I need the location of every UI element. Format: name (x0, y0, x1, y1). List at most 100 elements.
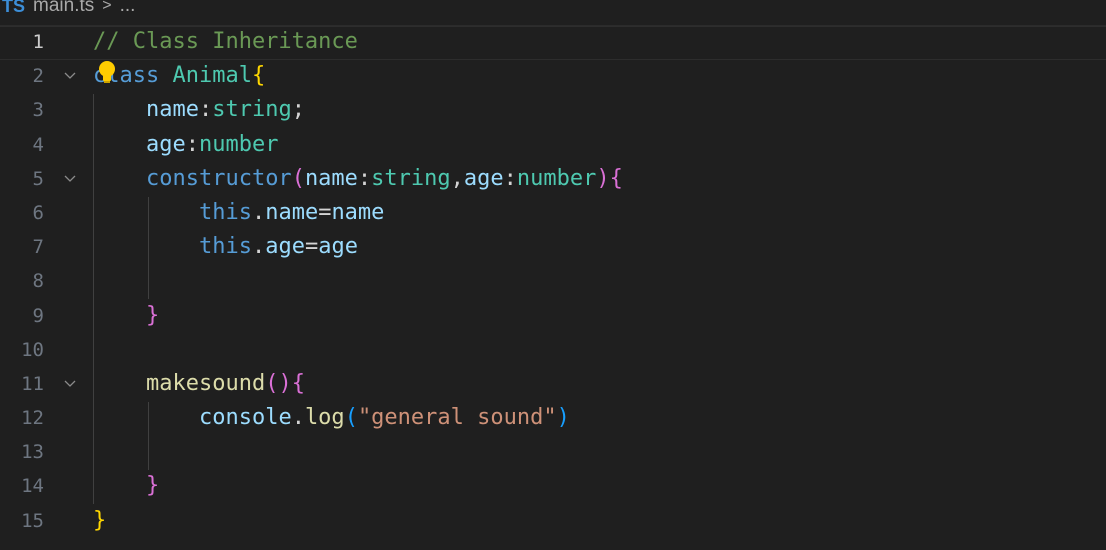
code-token: this (198, 199, 252, 225)
code-line[interactable]: 15} (0, 504, 1106, 538)
code-line[interactable]: 12 console.log("general sound") (0, 401, 1106, 435)
line-number: 4 (32, 133, 44, 156)
code-token: constructor (145, 165, 292, 191)
code-token: ) (556, 405, 570, 431)
code-content[interactable]: } (93, 469, 159, 503)
code-token: log (304, 405, 345, 431)
line-number: 11 (21, 372, 44, 395)
code-token: . (251, 234, 266, 260)
code-line[interactable]: 14 } (0, 469, 1106, 503)
code-token: . (251, 199, 266, 225)
code-token: name (304, 165, 358, 191)
code-token: name (265, 199, 319, 225)
code-token: : (357, 165, 372, 191)
code-content[interactable]: name:string; (93, 93, 305, 127)
code-line[interactable]: 2 class Animal{ (0, 59, 1106, 93)
code-token: , (450, 165, 464, 191)
code-token: Animal (172, 63, 252, 89)
line-number: 5 (32, 167, 44, 190)
code-token: // Class Inheritance (93, 29, 358, 54)
line-number: 14 (21, 475, 44, 498)
code-token: () (265, 370, 292, 396)
code-content[interactable]: class Animal{ (93, 59, 265, 93)
code-token: string (371, 165, 451, 191)
breadcrumb-file[interactable]: main.ts (33, 0, 94, 17)
code-content[interactable]: // Class Inheritance (93, 25, 358, 59)
code-line[interactable]: 11 makesound(){ (0, 367, 1106, 401)
chevron-down-icon[interactable] (62, 171, 78, 187)
code-token: : (503, 165, 517, 191)
code-token: ( (344, 405, 358, 431)
code-line[interactable]: 5 constructor(name:string,age:number){ (0, 162, 1106, 196)
code-token: number (516, 165, 597, 191)
code-line[interactable]: 6 this.name=name (0, 196, 1106, 230)
code-token: { (609, 165, 623, 191)
code-token: age (265, 234, 305, 260)
code-line[interactable]: 1 // Class Inheritance (0, 25, 1106, 59)
code-content[interactable]: constructor(name:string,age:number){ (93, 162, 623, 196)
line-number: 9 (32, 304, 44, 327)
breadcrumb: TS main.ts > ... (0, 0, 135, 18)
code-token: makesound (145, 370, 266, 396)
code-content[interactable]: } (93, 504, 106, 538)
line-number: 7 (32, 236, 44, 259)
code-token: name (331, 199, 385, 225)
code-token: ) (596, 165, 610, 191)
code-line[interactable]: 8 (0, 264, 1106, 298)
code-token: . (291, 405, 305, 431)
code-token: } (145, 302, 160, 328)
code-line[interactable]: 13 (0, 435, 1106, 469)
typescript-icon: TS (2, 0, 26, 16)
code-content[interactable]: age:number (93, 128, 278, 162)
code-line[interactable]: 9 } (0, 299, 1106, 333)
code-content[interactable]: makesound(){ (93, 367, 305, 401)
code-content[interactable]: console.log("general sound") (93, 401, 570, 435)
line-number: 2 (32, 65, 44, 88)
line-number: 1 (32, 31, 44, 53)
breadcrumb-ellipsis[interactable]: ... (120, 0, 136, 17)
line-number: 8 (32, 270, 44, 293)
code-token: = (304, 234, 319, 260)
code-token: age (463, 165, 504, 191)
code-line[interactable]: 10 (0, 333, 1106, 367)
line-number: 15 (21, 509, 44, 532)
chevron-down-icon[interactable] (62, 68, 78, 84)
code-content[interactable]: this.age=age (93, 230, 358, 264)
code-token: console (198, 405, 292, 431)
code-token: ; (291, 97, 305, 123)
code-token: : (185, 131, 199, 157)
code-lines: 1// Class Inheritance 2 class Animal{3 nam… (0, 25, 1106, 538)
code-token: } (93, 507, 107, 533)
code-token: "general sound" (357, 405, 557, 431)
code-content[interactable]: } (93, 299, 159, 333)
line-number: 13 (21, 441, 44, 464)
line-number: 6 (32, 201, 44, 224)
code-line[interactable]: 4 age:number (0, 128, 1106, 162)
code-token: = (318, 199, 332, 225)
code-token: string (212, 97, 292, 123)
code-token: ( (291, 165, 305, 191)
code-token: age (145, 131, 186, 157)
line-number: 3 (32, 99, 44, 122)
code-token: } (145, 473, 160, 499)
line-number: 12 (21, 407, 44, 430)
code-line[interactable]: 7 this.age=age (0, 230, 1106, 264)
code-line[interactable]: 3 name:string; (0, 93, 1106, 127)
code-content[interactable]: this.name=name (93, 196, 384, 230)
chevron-down-icon[interactable] (62, 376, 78, 392)
lightbulb-icon[interactable] (97, 60, 117, 84)
code-token: number (198, 131, 279, 157)
chevron-right-icon: > (102, 0, 112, 14)
code-token: name (145, 97, 199, 123)
code-editor[interactable]: TS main.ts > ... 1 // Class Inheritance 2 c… (0, 0, 1106, 550)
